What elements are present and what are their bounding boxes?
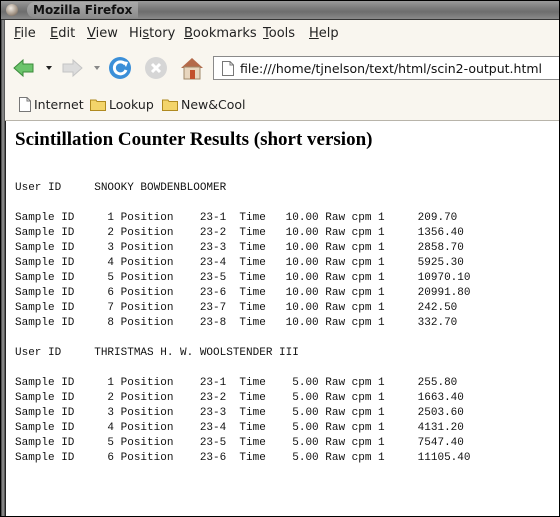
menu-bar: File Edit View History Bookmarks Tools H… <box>5 20 559 48</box>
user-id-line: User ID SNOOKY BOWDENBLOOMER <box>15 182 227 194</box>
sample-row: Sample ID 1 Position 23-1 Time 10.00 Raw… <box>15 212 458 224</box>
sample-row: Sample ID 5 Position 23-5 Time 5.00 Raw … <box>15 437 464 449</box>
forward-arrow-icon <box>62 58 83 78</box>
sample-row: Sample ID 3 Position 23-3 Time 5.00 Raw … <box>15 407 464 419</box>
menu-bookmarks[interactable]: Bookmarks <box>184 26 257 41</box>
bookmark-folder-newcool[interactable]: New&Cool <box>162 97 246 112</box>
bookmark-folder-lookup[interactable]: Lookup <box>90 97 154 112</box>
menu-help[interactable]: Help <box>309 26 339 41</box>
browser-window: Mozilla Firefox File Edit View History B… <box>0 0 560 517</box>
url-bar[interactable]: file:///home/tjnelson/text/html/scin2-ou… <box>213 56 559 80</box>
window-menu-icon[interactable] <box>6 4 18 16</box>
results-report: User ID SNOOKY BOWDENBLOOMER Sample ID 1 … <box>15 181 470 466</box>
stop-icon <box>145 57 167 79</box>
bookmark-label: Lookup <box>109 97 154 112</box>
sample-row: Sample ID 2 Position 23-2 Time 10.00 Raw… <box>15 227 464 239</box>
sample-row: Sample ID 7 Position 23-7 Time 10.00 Raw… <box>15 302 458 314</box>
page-heading: Scintillation Counter Results (short ver… <box>15 129 373 150</box>
navigation-toolbar: file:///home/tjnelson/text/html/scin2-ou… <box>5 51 559 87</box>
user-id-line: User ID THRISTMAS H. W. WOOLSTENDER III <box>15 347 299 359</box>
menu-edit[interactable]: Edit <box>50 26 75 41</box>
reload-icon <box>109 57 131 79</box>
page-icon <box>222 61 234 76</box>
folder-icon <box>162 99 178 111</box>
folder-icon <box>90 99 106 111</box>
home-button[interactable] <box>179 55 205 81</box>
sample-row: Sample ID 6 Position 23-6 Time 5.00 Raw … <box>15 452 471 464</box>
menu-history[interactable]: History <box>129 26 175 41</box>
sample-row: Sample ID 3 Position 23-3 Time 10.00 Raw… <box>15 242 464 254</box>
forward-history-dropdown[interactable] <box>94 66 100 70</box>
reload-button[interactable] <box>107 55 133 81</box>
menu-file[interactable]: File <box>14 26 36 41</box>
stop-button[interactable] <box>143 55 169 81</box>
menu-view[interactable]: View <box>87 26 118 41</box>
sample-row: Sample ID 8 Position 23-8 Time 10.00 Raw… <box>15 317 458 329</box>
sample-row: Sample ID 2 Position 23-2 Time 5.00 Raw … <box>15 392 464 404</box>
url-text[interactable]: file:///home/tjnelson/text/html/scin2-ou… <box>240 61 542 76</box>
sample-row: Sample ID 5 Position 23-5 Time 10.00 Raw… <box>15 272 471 284</box>
sample-row: Sample ID 1 Position 23-1 Time 5.00 Raw … <box>15 377 458 389</box>
title-bar[interactable]: Mozilla Firefox <box>1 1 559 20</box>
sample-row: Sample ID 4 Position 23-4 Time 5.00 Raw … <box>15 422 464 434</box>
back-button[interactable] <box>11 55 37 81</box>
sample-row: Sample ID 4 Position 23-4 Time 10.00 Raw… <box>15 257 464 269</box>
page-content: Scintillation Counter Results (short ver… <box>5 121 559 516</box>
window-title: Mozilla Firefox <box>27 2 139 18</box>
sample-row: Sample ID 6 Position 23-6 Time 10.00 Raw… <box>15 287 471 299</box>
bookmarks-toolbar: Internet Lookup New&Cool <box>5 90 559 120</box>
back-history-dropdown[interactable] <box>46 66 52 70</box>
menu-tools[interactable]: Tools <box>263 26 295 41</box>
bookmark-label: Internet <box>34 97 84 112</box>
page-icon <box>19 97 31 112</box>
forward-button[interactable] <box>59 55 85 81</box>
back-arrow-icon <box>13 58 34 78</box>
bookmark-internet[interactable]: Internet <box>19 97 84 112</box>
home-icon <box>181 58 203 80</box>
bookmark-label: New&Cool <box>181 97 246 112</box>
